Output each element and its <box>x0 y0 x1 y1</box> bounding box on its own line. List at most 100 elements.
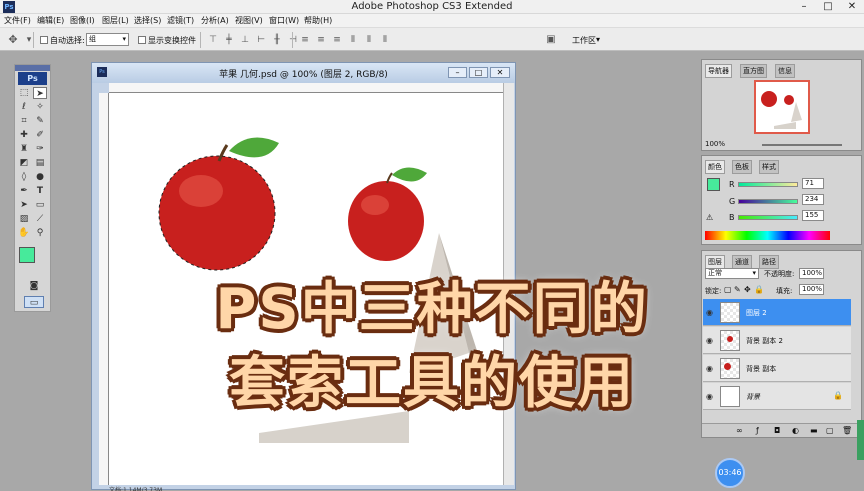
chevron-down-icon: ▾ <box>122 35 126 43</box>
gradient-icon[interactable]: ▤ <box>33 157 47 169</box>
tab-paths[interactable]: 路径 <box>759 255 779 269</box>
navigator-panel: 导航器 直方图 信息 100% <box>701 59 862 151</box>
workspace-button[interactable]: 工作区 <box>572 35 596 46</box>
tab-color[interactable]: 颜色 <box>705 160 725 174</box>
color-spectrum-bar[interactable] <box>705 231 830 240</box>
tab-channels[interactable]: 通道 <box>732 255 752 269</box>
apple-small <box>348 167 427 261</box>
brush-icon[interactable]: ✐ <box>33 129 47 141</box>
channel-b-label: B <box>729 213 735 222</box>
menu-edit[interactable]: 编辑(E) <box>37 15 64 26</box>
foreground-color-swatch[interactable] <box>707 178 720 191</box>
navigator-zoom-slider[interactable] <box>762 144 842 146</box>
marquee-tool-icon[interactable]: ⬚ <box>17 87 31 99</box>
slice-icon[interactable]: ✎ <box>33 115 47 127</box>
channel-g-input[interactable]: 234 <box>802 194 824 205</box>
align-hcenter-icon[interactable]: ╫ <box>270 34 284 46</box>
chevron-down-icon: ▾ <box>752 269 756 277</box>
crop-icon[interactable]: ⌗ <box>17 115 31 127</box>
mask-icon[interactable]: ◘ <box>774 426 780 435</box>
folder-icon[interactable]: ▬ <box>810 426 818 435</box>
title-bar: Ps Adobe Photoshop CS3 Extended – □ ✕ <box>0 0 864 14</box>
tab-styles[interactable]: 样式 <box>759 160 779 174</box>
eyedropper-icon[interactable]: ⟋ <box>33 213 47 225</box>
chevron-down-icon: ▾ <box>596 35 601 44</box>
type-tool-icon[interactable]: T <box>33 185 47 197</box>
adjustment-icon[interactable]: ◐ <box>792 426 799 435</box>
tab-swatches[interactable]: 色板 <box>732 160 752 174</box>
distribute-vcenter-icon[interactable]: ≡ <box>314 34 328 46</box>
minimize-button[interactable]: – <box>792 0 816 14</box>
move-tool-icon[interactable]: ✥ <box>6 34 20 46</box>
foreground-color-swatch[interactable] <box>19 247 35 263</box>
fx-icon[interactable]: ƒ <box>756 426 759 435</box>
channel-b-slider[interactable] <box>738 215 798 220</box>
menu-help[interactable]: 帮助(H) <box>304 15 332 26</box>
zoom-icon[interactable]: ⚲ <box>33 227 47 239</box>
maximize-button[interactable]: □ <box>816 0 840 14</box>
channel-r-label: R <box>729 180 735 189</box>
distribute-top-icon[interactable]: ≡ <box>298 34 312 46</box>
navigator-zoom[interactable]: 100% <box>705 140 725 148</box>
move-tool-icon[interactable]: ➤ <box>33 87 47 99</box>
ps-logo-icon: Ps <box>18 72 47 85</box>
menu-window[interactable]: 窗口(W) <box>269 15 299 26</box>
side-scroll-indicator[interactable] <box>857 420 864 460</box>
tools-panel-header[interactable] <box>15 65 50 71</box>
distribute-left-icon[interactable]: ⦀ <box>346 34 360 46</box>
channel-b-input[interactable]: 155 <box>802 210 824 221</box>
menu-select[interactable]: 选择(S) <box>134 15 161 26</box>
navigator-preview[interactable] <box>754 80 810 134</box>
new-layer-icon[interactable]: ▢ <box>826 426 834 435</box>
healing-brush-icon[interactable]: ✚ <box>17 129 31 141</box>
shape-tool-icon[interactable]: ▭ <box>33 199 47 211</box>
pen-icon[interactable]: ✒ <box>17 185 31 197</box>
menu-image[interactable]: 图像(I) <box>70 15 95 26</box>
trash-icon[interactable]: 🗑 <box>842 426 852 435</box>
hand-icon[interactable]: ✋ <box>17 227 31 239</box>
auto-select-checkbox[interactable] <box>40 36 48 44</box>
align-vcenter-icon[interactable]: ╪ <box>222 34 236 46</box>
channel-r-input[interactable]: 71 <box>802 178 824 189</box>
show-transform-label: 显示变换控件 <box>148 36 196 45</box>
path-select-icon[interactable]: ➤ <box>17 199 31 211</box>
history-brush-icon[interactable]: ✑ <box>33 143 47 155</box>
menu-file[interactable]: 文件(F) <box>4 15 31 26</box>
document-window: Ps 苹果 几何.psd @ 100% (图层 2, RGB/8) – □ ✕ <box>91 62 516 491</box>
horizontal-ruler[interactable] <box>109 83 503 93</box>
distribute-bottom-icon[interactable]: ≡ <box>330 34 344 46</box>
distribute-right-icon[interactable]: ⦀ <box>378 34 392 46</box>
menu-layer[interactable]: 图层(L) <box>102 15 129 26</box>
dodge-icon[interactable]: ● <box>33 171 47 183</box>
bridge-icon[interactable]: ▣ <box>544 34 558 46</box>
tab-navigator[interactable]: 导航器 <box>705 64 732 78</box>
lasso-icon[interactable]: ℓ <box>17 101 31 113</box>
timer-badge[interactable]: 03:46 <box>715 458 745 488</box>
align-bottom-icon[interactable]: ⊥ <box>238 34 252 46</box>
eraser-icon[interactable]: ◩ <box>17 157 31 169</box>
align-top-icon[interactable]: ⊤ <box>206 34 220 46</box>
notes-icon[interactable]: ▨ <box>17 213 31 225</box>
close-button[interactable]: ✕ <box>840 0 864 14</box>
show-transform-checkbox[interactable] <box>138 36 146 44</box>
auto-select-dropdown[interactable]: 组 ▾ <box>86 33 129 46</box>
channel-r-slider[interactable] <box>738 182 798 187</box>
doc-maximize-button[interactable]: □ <box>469 67 488 78</box>
clone-stamp-icon[interactable]: ♜ <box>17 143 31 155</box>
channel-g-slider[interactable] <box>738 199 798 204</box>
doc-close-button[interactable]: ✕ <box>490 67 510 78</box>
tab-info[interactable]: 信息 <box>775 64 795 78</box>
menu-analysis[interactable]: 分析(A) <box>201 15 229 26</box>
doc-minimize-button[interactable]: – <box>448 67 467 78</box>
auto-select-label: 自动选择: <box>50 36 85 45</box>
menu-filter[interactable]: 滤镜(T) <box>167 15 194 26</box>
magic-wand-icon[interactable]: ✧ <box>33 101 47 113</box>
menu-view[interactable]: 视图(V) <box>235 15 263 26</box>
blur-icon[interactable]: ◊ <box>17 171 31 183</box>
distribute-hcenter-icon[interactable]: ⦀ <box>362 34 376 46</box>
tools-panel: Ps ⬚ ➤ ℓ ✧ ⌗ ✎ ✚ ✐ ♜ ✑ ◩ ▤ ◊ ● ✒ T ➤ ▭ ▨… <box>14 64 51 312</box>
align-left-icon[interactable]: ⊢ <box>254 34 268 46</box>
tab-histogram[interactable]: 直方图 <box>740 64 767 78</box>
link-icon[interactable]: ∞ <box>736 426 743 435</box>
tab-layers[interactable]: 图层 <box>705 255 725 269</box>
